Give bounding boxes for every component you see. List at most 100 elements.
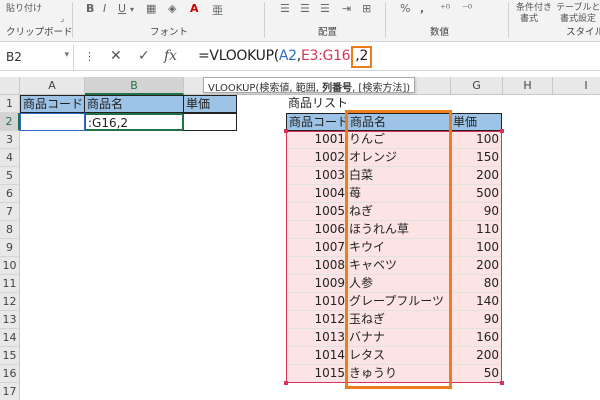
header-cell-price[interactable]: 単価 [183,95,237,113]
product-name-cell[interactable]: きゅうり [347,365,451,383]
product-code-cell[interactable]: 1008 [286,257,348,275]
name-box[interactable]: B2 ▾ [0,45,74,71]
product-price-cell[interactable]: 200 [450,167,502,185]
insert-function-icon[interactable]: fx [164,48,177,64]
row-header-15[interactable]: 15 [0,347,20,365]
align-center-icon[interactable]: ☰ [300,2,310,15]
cell-c2[interactable] [183,113,237,131]
column-header-a[interactable]: A [20,77,85,95]
column-header-i[interactable]: I [553,77,600,95]
product-price-cell[interactable]: 200 [450,347,502,365]
row-header-17[interactable]: 17 [0,383,20,400]
product-name-cell[interactable]: ほうれん草 [347,221,451,239]
product-code-cell[interactable]: 1007 [286,239,348,257]
product-name-cell[interactable]: バナナ [347,329,451,347]
row-header-12[interactable]: 12 [0,293,20,311]
product-code-cell[interactable]: 1012 [286,311,348,329]
indent-icon[interactable]: ⇥ [342,2,351,15]
list-header-name[interactable]: 商品名 [347,113,451,131]
font-color-button[interactable]: A [190,2,199,15]
product-name-cell[interactable]: レタス [347,347,451,365]
product-name-cell[interactable]: キウイ [347,239,451,257]
row-header-10[interactable]: 10 [0,257,20,275]
product-price-cell[interactable]: 200 [450,257,502,275]
row-header-4[interactable]: 4 [0,149,20,167]
product-code-cell[interactable]: 1001 [286,131,348,149]
underline-dropdown-icon[interactable]: ▾ [130,5,134,14]
product-name-cell[interactable]: ねぎ [347,203,451,221]
product-code-cell[interactable]: 1002 [286,149,348,167]
enter-check-icon[interactable]: ✓ [138,48,150,64]
cell-b2-active[interactable]: :G16,2 [84,113,184,131]
product-code-cell[interactable]: 1003 [286,167,348,185]
percent-button[interactable]: % [400,2,410,15]
column-header-h[interactable]: H [503,77,553,95]
formula-input[interactable]: =VLOOKUP(A2,E3:G16,2 [198,46,373,68]
italic-button[interactable]: I [103,2,106,15]
range-handle[interactable] [284,381,288,385]
product-name-cell[interactable]: りんご [347,131,451,149]
product-price-cell[interactable]: 90 [450,311,502,329]
header-cell-code[interactable]: 商品コード [20,95,85,113]
row-header-2[interactable]: 2 [0,113,20,131]
row-header-6[interactable]: 6 [0,185,20,203]
product-name-cell[interactable]: 白菜 [347,167,451,185]
row-header-3[interactable]: 3 [0,131,20,149]
fill-color-icon[interactable]: ◈ [168,2,176,15]
border-icon[interactable]: ▦ [146,2,156,15]
product-code-cell[interactable]: 1013 [286,329,348,347]
list-header-price[interactable]: 単価 [450,113,502,131]
align-left-icon[interactable]: ☰ [280,2,290,15]
product-price-cell[interactable]: 100 [450,131,502,149]
range-handle[interactable] [284,129,288,133]
decimal-increase-icon[interactable]: ⁺⁰ [440,2,450,15]
product-code-cell[interactable]: 1006 [286,221,348,239]
product-code-cell[interactable]: 1009 [286,275,348,293]
chevron-down-icon[interactable]: ▾ [64,50,69,60]
comma-button[interactable]: , [420,2,424,15]
product-name-cell[interactable]: グレープフルーツ [347,293,451,311]
row-header-8[interactable]: 8 [0,221,20,239]
merge-cells-icon[interactable]: ⊞ [362,2,371,15]
row-header-5[interactable]: 5 [0,167,20,185]
product-name-cell[interactable]: 人参 [347,275,451,293]
product-name-cell[interactable]: オレンジ [347,149,451,167]
row-header-1[interactable]: 1 [0,95,20,113]
header-cell-name[interactable]: 商品名 [84,95,184,113]
column-header-g[interactable]: G [451,77,503,95]
row-header-16[interactable]: 16 [0,365,20,383]
product-price-cell[interactable]: 140 [450,293,502,311]
phonetic-icon[interactable]: 亜 [212,2,223,18]
select-all-corner[interactable] [0,77,20,95]
product-price-cell[interactable]: 150 [450,149,502,167]
decimal-decrease-icon[interactable]: ⁻⁰ [462,2,472,15]
row-header-13[interactable]: 13 [0,311,20,329]
product-price-cell[interactable]: 100 [450,239,502,257]
underline-button[interactable]: U [118,2,126,15]
row-header-11[interactable]: 11 [0,275,20,293]
product-price-cell[interactable]: 50 [450,365,502,383]
row-header-7[interactable]: 7 [0,203,20,221]
product-name-cell[interactable]: 苺 [347,185,451,203]
bold-button[interactable]: B [86,2,94,15]
product-code-cell[interactable]: 1005 [286,203,348,221]
cell-a2[interactable] [20,113,85,131]
clipboard-launcher-icon[interactable]: ⌟ [60,14,64,24]
align-right-icon[interactable]: ☰ [320,2,330,15]
product-name-cell[interactable]: キャベツ [347,257,451,275]
range-handle[interactable] [500,381,504,385]
product-price-cell[interactable]: 110 [450,221,502,239]
product-code-cell[interactable]: 1015 [286,365,348,383]
product-price-cell[interactable]: 80 [450,275,502,293]
product-price-cell[interactable]: 160 [450,329,502,347]
list-header-code[interactable]: 商品コード [286,113,348,131]
product-name-cell[interactable]: 玉ねぎ [347,311,451,329]
more-options-icon[interactable]: ⋮ [84,50,95,63]
product-list-title[interactable]: 商品リスト [286,95,366,113]
cancel-icon[interactable]: ✕ [110,48,122,64]
paste-button[interactable]: 貼り付け [6,1,42,14]
product-code-cell[interactable]: 1004 [286,185,348,203]
product-price-cell[interactable]: 90 [450,203,502,221]
column-header-b[interactable]: B [85,77,184,95]
product-price-cell[interactable]: 500 [450,185,502,203]
